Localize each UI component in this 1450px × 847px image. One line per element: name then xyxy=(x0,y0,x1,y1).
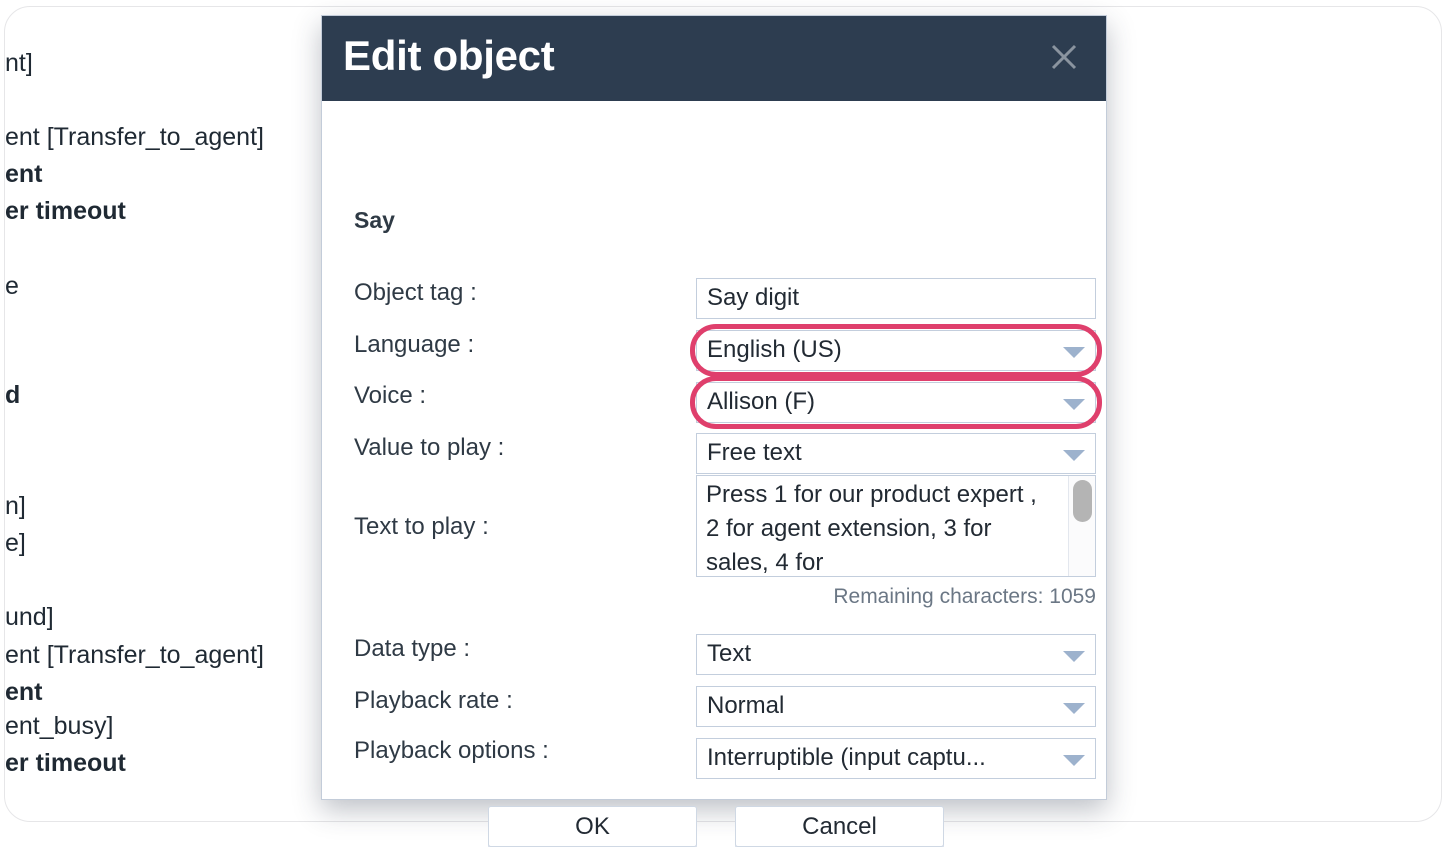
field-label: Data type : xyxy=(354,635,471,662)
chevron-down-icon[interactable] xyxy=(1063,755,1085,766)
background-text-line: ent_busy] xyxy=(5,712,114,740)
background-text-line: er timeout xyxy=(5,197,126,225)
background-text-line: d xyxy=(5,381,21,409)
field-label: Text to play : xyxy=(354,513,489,540)
text-to-play-textarea[interactable]: Press 1 for our product expert , 2 for a… xyxy=(696,475,1096,577)
ok-button[interactable]: OK xyxy=(488,806,697,847)
field-label: Object tag : xyxy=(354,279,477,306)
text-to-play-value: Press 1 for our product expert , 2 for a… xyxy=(706,481,1037,576)
section-title: Say xyxy=(354,207,395,233)
edit-object-dialog: Edit object Say Object tag : Say digit Lan… xyxy=(321,15,1107,847)
background-flow-text: nt] ent [Transfer_to_agent] ent er timeout e… xyxy=(5,7,325,823)
background-text-line: ent [Transfer_to_agent] xyxy=(5,123,264,151)
field-label: Language : xyxy=(354,331,475,358)
cancel-button[interactable]: Cancel xyxy=(735,806,944,847)
chevron-down-icon[interactable] xyxy=(1063,347,1085,358)
field-value: Normal xyxy=(707,692,785,719)
background-text-line: er timeout xyxy=(5,749,126,777)
background-text-line: ent xyxy=(5,160,43,188)
field-label: Playback options : xyxy=(354,737,549,764)
cancel-button-label: Cancel xyxy=(802,813,877,840)
field-value: English (US) xyxy=(707,336,842,363)
background-text-line: ent [Transfer_to_agent] xyxy=(5,641,264,669)
chevron-down-icon[interactable] xyxy=(1063,450,1085,461)
background-text-line: ent xyxy=(5,678,43,706)
chevron-down-icon[interactable] xyxy=(1063,651,1085,662)
field-value: Text xyxy=(707,640,752,667)
field-input[interactable]: Say digit xyxy=(696,278,1096,319)
field-value: Interruptible (input captu... xyxy=(707,744,986,771)
close-icon[interactable] xyxy=(1047,40,1081,74)
dialog-header: Edit object xyxy=(322,16,1106,101)
dialog-title: Edit object xyxy=(343,32,555,79)
field-select[interactable]: Allison (F) xyxy=(696,382,1096,423)
field-value: Allison (F) xyxy=(707,388,816,415)
field-value: Say digit xyxy=(707,284,800,311)
field-select[interactable]: Text xyxy=(696,634,1096,675)
dialog-body: Say Object tag : Say digit Language : Engli… xyxy=(322,101,1106,847)
field-label: Voice : xyxy=(354,382,427,409)
textarea-scrollbar-thumb[interactable] xyxy=(1073,480,1092,522)
textarea-scrollbar[interactable] xyxy=(1068,476,1095,576)
field-label: Value to play : xyxy=(354,434,505,461)
background-text-line: e] xyxy=(5,529,26,557)
background-text-line: e xyxy=(5,272,19,300)
background-text-line: und] xyxy=(5,603,54,631)
field-select[interactable]: Normal xyxy=(696,686,1096,727)
field-label: Playback rate : xyxy=(354,687,513,714)
background-text-line: n] xyxy=(5,492,26,520)
field-select[interactable]: Interruptible (input captu... xyxy=(696,738,1096,779)
background-text-line: nt] xyxy=(5,49,33,77)
field-select[interactable]: Free text xyxy=(696,433,1096,474)
remaining-characters-label: Remaining characters: 1059 xyxy=(833,585,1096,608)
field-value: Free text xyxy=(707,439,802,466)
ok-button-label: OK xyxy=(575,813,610,840)
chevron-down-icon[interactable] xyxy=(1063,703,1085,714)
field-select[interactable]: English (US) xyxy=(696,330,1096,371)
chevron-down-icon[interactable] xyxy=(1063,399,1085,410)
